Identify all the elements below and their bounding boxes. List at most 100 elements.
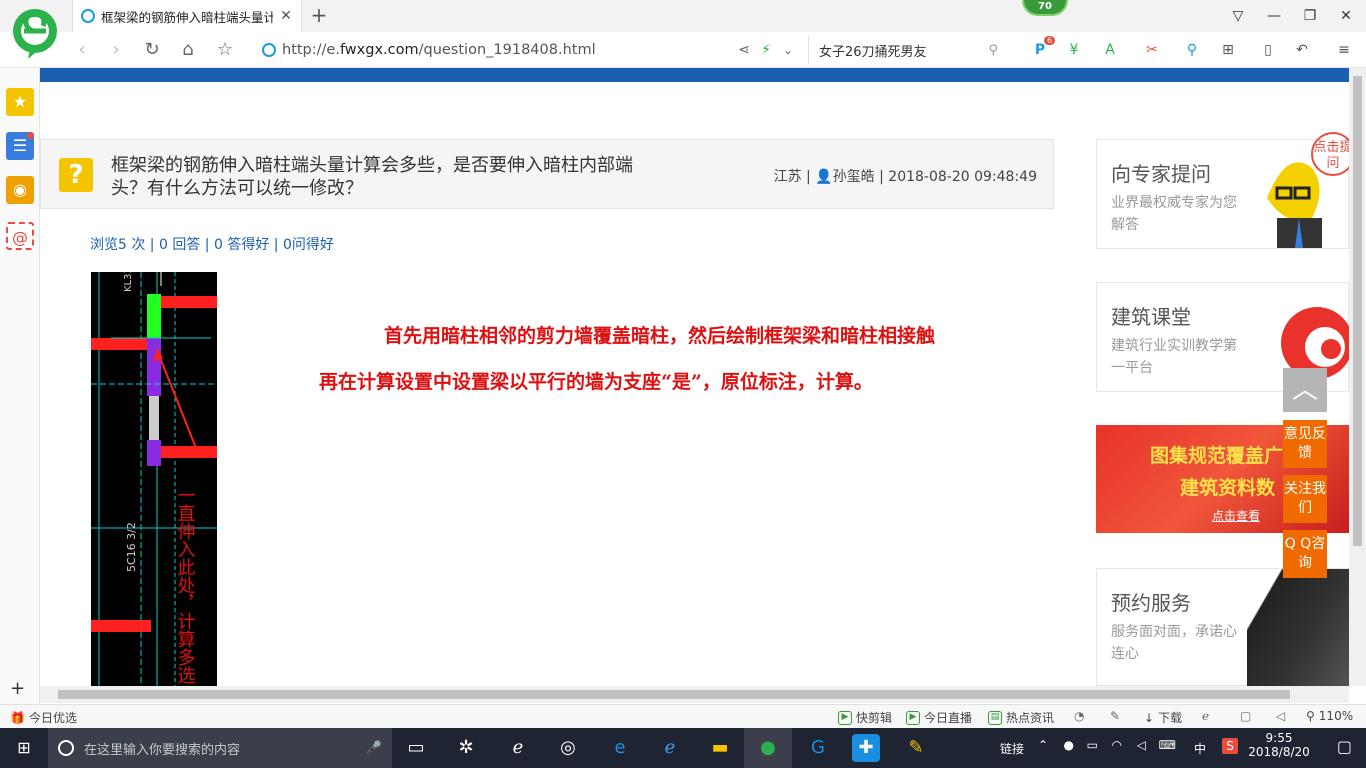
360-browser-task-icon[interactable]: ● <box>744 728 792 768</box>
ask-bubble[interactable]: 点击提问 <box>1311 132 1349 176</box>
edge-icon[interactable]: e <box>606 734 634 762</box>
new-tab-button[interactable]: + <box>308 4 330 26</box>
favorite-star-icon[interactable]: ☆ <box>213 38 237 62</box>
back-button[interactable]: ‹ <box>70 38 94 62</box>
browser-logo-icon[interactable] <box>10 6 60 60</box>
card-subtitle: 建筑行业实训教学第一平台 <box>1111 338 1237 376</box>
refresh-icon[interactable]: ↻ <box>140 38 164 62</box>
status-bar: 🎁 今日优选 ▶ 快剪辑 ▶ 今日直播 ▤ 热点资讯 ◔ ✎ ↓ 下载 ℯ ▢ ◁ ⚲ 11… <box>0 704 1366 728</box>
card-subtitle: 服务面对面，承诺心连心 <box>1111 624 1237 662</box>
site-info-icon[interactable] <box>262 43 276 57</box>
question-mark-icon: ? <box>59 158 93 192</box>
feedback-button[interactable]: 意见反馈 <box>1283 420 1327 468</box>
page-favicon-icon <box>81 9 95 23</box>
browser-e-icon[interactable]: ℯ <box>504 734 532 762</box>
sound-icon[interactable]: ◁ <box>1276 709 1285 723</box>
question-meta: 江苏 | 👤孙玺皓 | 2018-08-20 09:48:49 <box>773 169 1037 185</box>
back-to-top-button[interactable]: ︿ <box>1283 368 1327 412</box>
banner-line-1: 图集规范覆盖广 <box>1150 445 1284 467</box>
add-sidebar-button[interactable]: + <box>10 678 25 699</box>
search-input[interactable]: 女子26刀捅死男友 <box>819 41 988 60</box>
address-url[interactable]: http://e.fwxgx.com/question_1918408.html <box>282 42 596 58</box>
qq-consult-button[interactable]: Q Q咨询 <box>1283 530 1327 578</box>
appointment-card[interactable]: 预约服务 服务面对面，承诺心连心 <box>1096 568 1349 686</box>
shirt-skin-icon[interactable]: ▽ <box>1228 6 1248 26</box>
security-shield-badge[interactable]: 70 <box>1022 0 1068 16</box>
horizontal-scrollbar[interactable] <box>40 686 1349 703</box>
window-icon[interactable]: ▢ <box>1240 709 1251 723</box>
search-icon[interactable]: ⚲ <box>988 43 998 58</box>
weibo-icon[interactable]: ◉ <box>6 176 34 204</box>
search-box[interactable]: 女子26刀捅死男友 ⚲ <box>808 36 1008 64</box>
forward-button[interactable]: › <box>104 38 128 62</box>
taskbar-search-input[interactable]: 在这里输入你要搜索的内容 <box>84 739 356 758</box>
reader-icon[interactable]: ▯ <box>1258 40 1278 60</box>
today-picks[interactable]: 🎁 今日优选 <box>10 709 77 726</box>
lightning-icon[interactable]: ⚡ <box>754 38 778 62</box>
taskbar: ⊞ 在这里输入你要搜索的内容 🎤 ▭ ✲ ℯ ◎ e ℯ ▬ ● G ✚ ✎ 链… <box>0 728 1366 768</box>
home-icon[interactable]: ⌂ <box>176 38 200 62</box>
tray-link-label[interactable]: 链接 <box>1000 740 1024 757</box>
windows-start-icon[interactable]: ⊞ <box>10 734 38 762</box>
wallet-icon[interactable]: ¥ <box>1064 40 1084 60</box>
speed-icon[interactable]: ◔ <box>1074 709 1084 723</box>
page-content: ? 框架梁的钢筋伸入暗柱端头量计算会多些，是否要伸入暗柱内部端 头？有什么方法可… <box>40 68 1349 686</box>
menu-icon[interactable]: ≡ <box>1334 40 1354 60</box>
file-explorer-icon[interactable]: ▬ <box>706 734 734 762</box>
tray-people-icon[interactable]: ● <box>1064 738 1074 752</box>
expert-card[interactable]: 向专家提问 业界最权威专家为您解答 点击提问 <box>1096 132 1349 249</box>
scrollbar-thumb[interactable] <box>58 690 1290 699</box>
ie-icon[interactable]: ℯ <box>656 734 684 762</box>
tray-battery-icon[interactable]: ▭ <box>1087 738 1098 752</box>
spiral-app-icon[interactable]: ◎ <box>554 734 582 762</box>
zoom-level[interactable]: ⚲ 110% <box>1306 709 1353 723</box>
tray-volume-icon[interactable]: ◁ <box>1137 738 1146 752</box>
notification-center-icon[interactable]: ▢ <box>1337 737 1352 756</box>
tray-ime[interactable]: 中 <box>1194 740 1206 757</box>
plus-app-icon[interactable]: ✚ <box>852 734 880 762</box>
pinwheel-app-icon[interactable]: ✲ <box>452 734 480 762</box>
address-bar[interactable]: http://e.fwxgx.com/question_1918408.html <box>262 38 802 62</box>
tray-wifi-icon[interactable]: ◠ <box>1112 738 1122 752</box>
apps-grid-icon[interactable]: ⊞ <box>1218 40 1238 60</box>
zoom-icon: ⚲ <box>1306 709 1315 723</box>
minimize-button[interactable]: — <box>1264 6 1284 26</box>
screenshot-icon[interactable]: ✂ <box>1142 40 1162 60</box>
tab-active[interactable]: 框架梁的钢筋伸入暗柱端头量计算 ✕ <box>72 0 302 32</box>
magnifier-icon[interactable]: ⚲ <box>1182 40 1202 60</box>
microphone-icon[interactable]: 🎤 <box>366 741 382 756</box>
restore-button[interactable]: ❐ <box>1300 6 1320 26</box>
author-link[interactable]: 孙玺皓 <box>833 169 875 185</box>
tray-sogou-icon[interactable]: S <box>1222 738 1238 754</box>
ie-mode-icon[interactable]: ℯ <box>1202 709 1209 723</box>
taskbar-search[interactable]: 在这里输入你要搜索的内容 🎤 <box>48 728 392 768</box>
left-sidebar: ★ ☰ ◉ @ + <box>0 68 40 706</box>
live-icon: ▶ <box>906 710 920 725</box>
tray-up-chevron-icon[interactable]: ⌃ <box>1038 738 1048 752</box>
mail-icon[interactable]: @ <box>6 222 34 250</box>
g-app-icon[interactable]: G <box>804 734 832 762</box>
svg-text:KL33: KL33 <box>123 272 134 292</box>
status-item-live[interactable]: ▶ 今日直播 <box>906 709 972 726</box>
tray-clock[interactable]: 9:55 2018/8/20 <box>1244 731 1314 759</box>
download-button[interactable]: ↓ 下载 <box>1144 709 1182 726</box>
fix-icon[interactable]: ✎ <box>1110 709 1120 723</box>
banner-link[interactable]: 点击查看 <box>1212 507 1260 524</box>
close-window-button[interactable]: ✕ <box>1336 6 1356 26</box>
tab-close-icon[interactable]: ✕ <box>279 8 293 24</box>
notes-app-icon[interactable]: ✎ <box>902 734 930 762</box>
card-title: 预约服务 <box>1111 591 1191 615</box>
status-item-clip[interactable]: ▶ 快剪辑 <box>838 709 892 726</box>
chevron-down-icon[interactable]: ⌄ <box>776 38 800 62</box>
share-icon[interactable]: ⋖ <box>732 38 756 62</box>
star-icon[interactable]: ★ <box>6 88 34 116</box>
task-view-icon[interactable]: ▭ <box>402 734 430 762</box>
gift-icon: 🎁 <box>10 710 25 725</box>
scrollbar-thumb[interactable] <box>1353 76 1362 546</box>
tray-keyboard-icon[interactable]: ⌨ <box>1159 738 1176 752</box>
vertical-scrollbar[interactable] <box>1349 68 1366 686</box>
follow-us-button[interactable]: 关注我们 <box>1283 475 1327 523</box>
status-item-news[interactable]: ▤ 热点资讯 <box>988 709 1054 726</box>
undo-icon[interactable]: ↶ <box>1292 40 1312 60</box>
translate-icon[interactable]: A <box>1100 40 1120 60</box>
